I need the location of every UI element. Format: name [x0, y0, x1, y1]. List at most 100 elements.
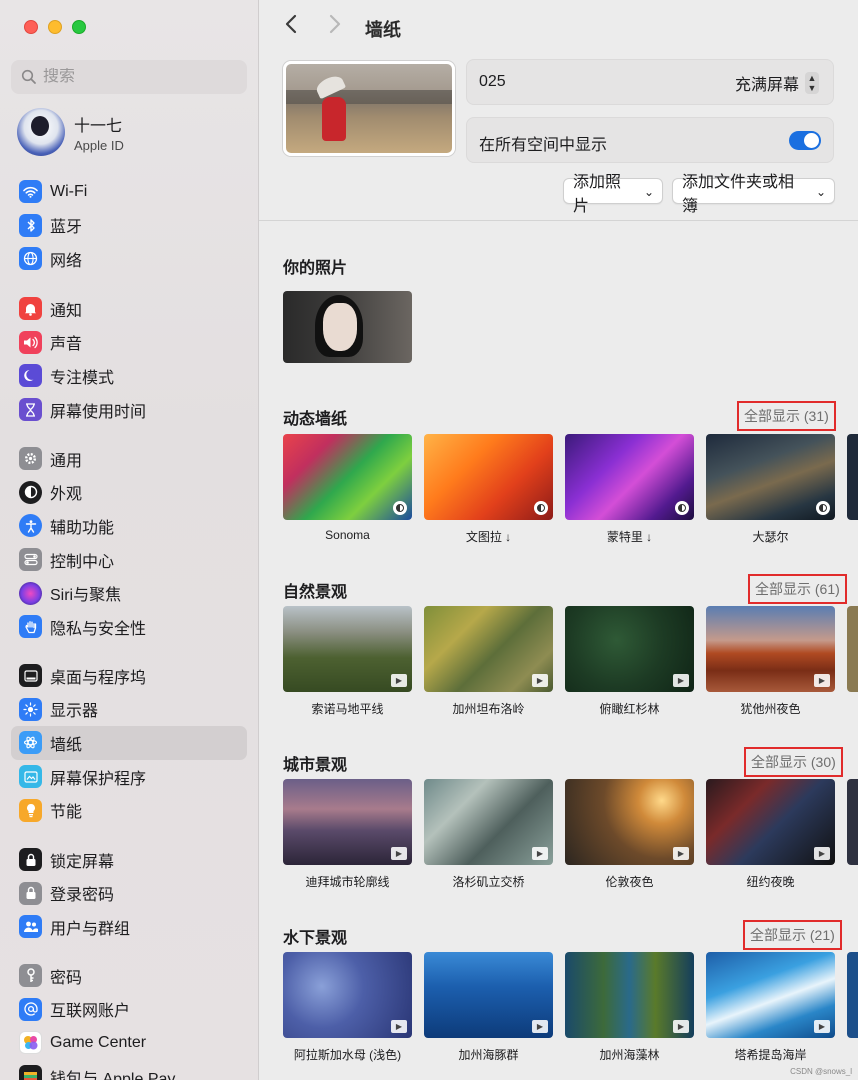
wallpaper-name: 025 — [479, 73, 506, 90]
play-icon: ▶ — [673, 674, 689, 687]
forward-button[interactable] — [329, 14, 341, 40]
search-input[interactable] — [43, 68, 223, 86]
all-spaces-toggle[interactable] — [789, 131, 821, 150]
wallpaper-thumb[interactable]: Sonoma — [283, 434, 412, 545]
wallpaper-thumb[interactable]: ▶ 加州海豚群 — [424, 952, 553, 1063]
sidebar-item-focus[interactable]: 专注模式 — [11, 359, 247, 393]
sidebar-item-notifications[interactable]: 通知 — [11, 292, 247, 326]
wallpaper-thumb[interactable]: 大瑟尔 — [706, 434, 835, 545]
search-field[interactable] — [11, 60, 247, 94]
wallpaper-thumb[interactable]: ▶ 塔希提岛海岸 — [706, 952, 835, 1063]
add-folder-button[interactable]: 添加文件夹或相簿 ⌄ — [672, 174, 835, 215]
wallpaper-thumb-label: 纽约夜晚 — [746, 875, 795, 889]
wallpaper-thumb-label: 索诺马地平线 — [311, 702, 384, 716]
sidebar-item-passwords[interactable]: 密码 — [11, 959, 247, 993]
wallpaper-thumb-partial[interactable] — [847, 606, 858, 692]
appearance-icon — [19, 480, 42, 504]
wallpaper-thumb-label: 文图拉 ↓ — [465, 530, 512, 544]
wallpaper-thumb-partial[interactable] — [847, 434, 858, 520]
nature-show-all-button[interactable]: 全部显示 (61) — [748, 574, 847, 604]
speaker-icon — [19, 330, 42, 354]
sidebar-group-desktop: 桌面与程序坞 显示器 墙纸 屏幕保护程序 节能 — [11, 659, 247, 827]
sidebar-item-login-password[interactable]: 登录密码 — [11, 877, 247, 911]
wallpaper-thumb[interactable]: 蒙特里 ↓ — [565, 434, 694, 545]
sidebar-item-label: 专注模式 — [50, 369, 115, 387]
sidebar-item-label: 通用 — [50, 452, 83, 470]
dynamic-icon — [816, 501, 830, 515]
sidebar-item-siri-spotlight[interactable]: Siri与聚焦 — [11, 576, 247, 610]
current-wallpaper-preview[interactable] — [283, 61, 455, 156]
sidebar-item-control-center[interactable]: 控制中心 — [11, 543, 247, 577]
fill-mode-select[interactable]: 充满屏幕 ▲ ▼ — [735, 71, 819, 95]
wallpaper-thumb[interactable]: ▶ 迪拜城市轮廓线 — [283, 779, 412, 890]
dynamic-wallpapers-row: Sonoma 文图拉 ↓ 蒙特里 ↓ 大瑟尔 — [283, 434, 847, 545]
nature-title: 自然景观 — [283, 584, 348, 601]
sidebar-item-wifi[interactable]: Wi-Fi — [11, 175, 247, 209]
sidebar-item-label: 登录密码 — [50, 887, 115, 905]
back-button[interactable] — [285, 14, 297, 40]
sidebar-item-label: 钱包与 Apple Pay — [50, 1070, 176, 1080]
sidebar-item-users-groups[interactable]: 用户与群组 — [11, 910, 247, 944]
zoom-window-button[interactable] — [72, 20, 86, 34]
sidebar-item-label: 蓝牙 — [50, 219, 83, 237]
sidebar-item-wallpaper[interactable]: 墙纸 — [11, 726, 247, 760]
wallpaper-thumb[interactable]: ▶ 犹他州夜色 — [706, 606, 835, 717]
bluetooth-icon — [19, 213, 42, 237]
sidebar-item-screen-time[interactable]: 屏幕使用时间 — [11, 393, 247, 427]
chevron-down-icon: ⌄ — [815, 185, 826, 199]
sidebar: 十一七 Apple ID Wi-Fi 蓝牙 网络 — [0, 0, 259, 1080]
wallpaper-thumb[interactable]: 文图拉 ↓ — [424, 434, 553, 545]
your-photos-title: 你的照片 — [283, 260, 348, 277]
wallpaper-thumb[interactable]: ▶ 加州海藻林 — [565, 952, 694, 1063]
sidebar-item-desktop-dock[interactable]: 桌面与程序坞 — [11, 659, 247, 693]
dynamic-show-all-button[interactable]: 全部显示 (31) — [737, 401, 836, 431]
your-photo-thumbnail[interactable] — [283, 291, 412, 363]
city-row: ▶ 迪拜城市轮廓线 ▶ 洛杉矶立交桥 ▶ 伦敦夜色 ▶ 纽约夜晚 — [283, 779, 847, 890]
sidebar-item-network[interactable]: 网络 — [11, 242, 247, 276]
wallpaper-thumb-partial[interactable] — [847, 779, 858, 865]
sidebar-item-internet-accounts[interactable]: 互联网账户 — [11, 993, 247, 1027]
wallpaper-thumb-partial[interactable] — [847, 952, 858, 1038]
sidebar-item-general[interactable]: 通用 — [11, 442, 247, 476]
wallpaper-thumb[interactable]: ▶ 阿拉斯加水母 (浅色) — [283, 952, 412, 1063]
sidebar-item-appearance[interactable]: 外观 — [11, 476, 247, 510]
wallpaper-thumb[interactable]: ▶ 索诺马地平线 — [283, 606, 412, 717]
sidebar-item-bluetooth[interactable]: 蓝牙 — [11, 209, 247, 243]
wallpaper-thumb-label: 阿拉斯加水母 (浅色) — [293, 1048, 402, 1062]
wallpaper-thumb[interactable]: ▶ 纽约夜晚 — [706, 779, 835, 890]
wallpaper-thumb[interactable]: ▶ 加州坦布洛岭 — [424, 606, 553, 717]
sidebar-item-privacy-security[interactable]: 隐私与安全性 — [11, 610, 247, 644]
globe-icon — [19, 247, 42, 271]
sidebar-item-wallet[interactable]: 钱包与 Apple Pay — [11, 1060, 247, 1080]
city-show-all-button[interactable]: 全部显示 (30) — [744, 747, 843, 777]
wallpaper-thumb[interactable]: ▶ 俯瞰红杉林 — [565, 606, 694, 717]
sidebar-item-game-center[interactable]: Game Center — [11, 1026, 247, 1060]
chevron-down-icon: ⌄ — [643, 185, 654, 199]
add-folder-label: 添加文件夹或相簿 — [682, 174, 795, 215]
close-window-button[interactable] — [24, 20, 38, 34]
wallpaper-thumb-label: 加州坦布洛岭 — [452, 702, 525, 716]
apple-id-profile[interactable]: 十一七 Apple ID — [17, 108, 124, 156]
sidebar-item-label: 墙纸 — [50, 736, 83, 754]
sidebar-item-accessibility[interactable]: 辅助功能 — [11, 509, 247, 543]
wallpaper-thumb-label: 伦敦夜色 — [605, 875, 654, 889]
profile-subtitle: Apple ID — [74, 137, 124, 153]
sidebar-item-sound[interactable]: 声音 — [11, 326, 247, 360]
sidebar-item-screen-saver[interactable]: 屏幕保护程序 — [11, 760, 247, 794]
wallpaper-thumb[interactable]: ▶ 伦敦夜色 — [565, 779, 694, 890]
sidebar-item-displays[interactable]: 显示器 — [11, 693, 247, 727]
sidebar-item-energy-saver[interactable]: 节能 — [11, 793, 247, 827]
play-icon: ▶ — [814, 1020, 830, 1033]
play-icon: ▶ — [391, 847, 407, 860]
underwater-show-all-button[interactable]: 全部显示 (21) — [743, 920, 842, 950]
sidebar-item-lock-screen[interactable]: 锁定屏幕 — [11, 843, 247, 877]
moon-icon — [19, 364, 42, 388]
underwater-title: 水下景观 — [283, 930, 348, 947]
sidebar-item-label: 外观 — [50, 486, 83, 504]
sidebar-item-label: Siri与聚焦 — [50, 587, 122, 605]
wallpaper-thumb[interactable]: ▶ 洛杉矶立交桥 — [424, 779, 553, 890]
minimize-window-button[interactable] — [48, 20, 62, 34]
lock-icon — [19, 881, 42, 905]
profile-name: 十一七 — [74, 117, 123, 135]
add-photo-button[interactable]: 添加照片 ⌄ — [563, 174, 663, 215]
